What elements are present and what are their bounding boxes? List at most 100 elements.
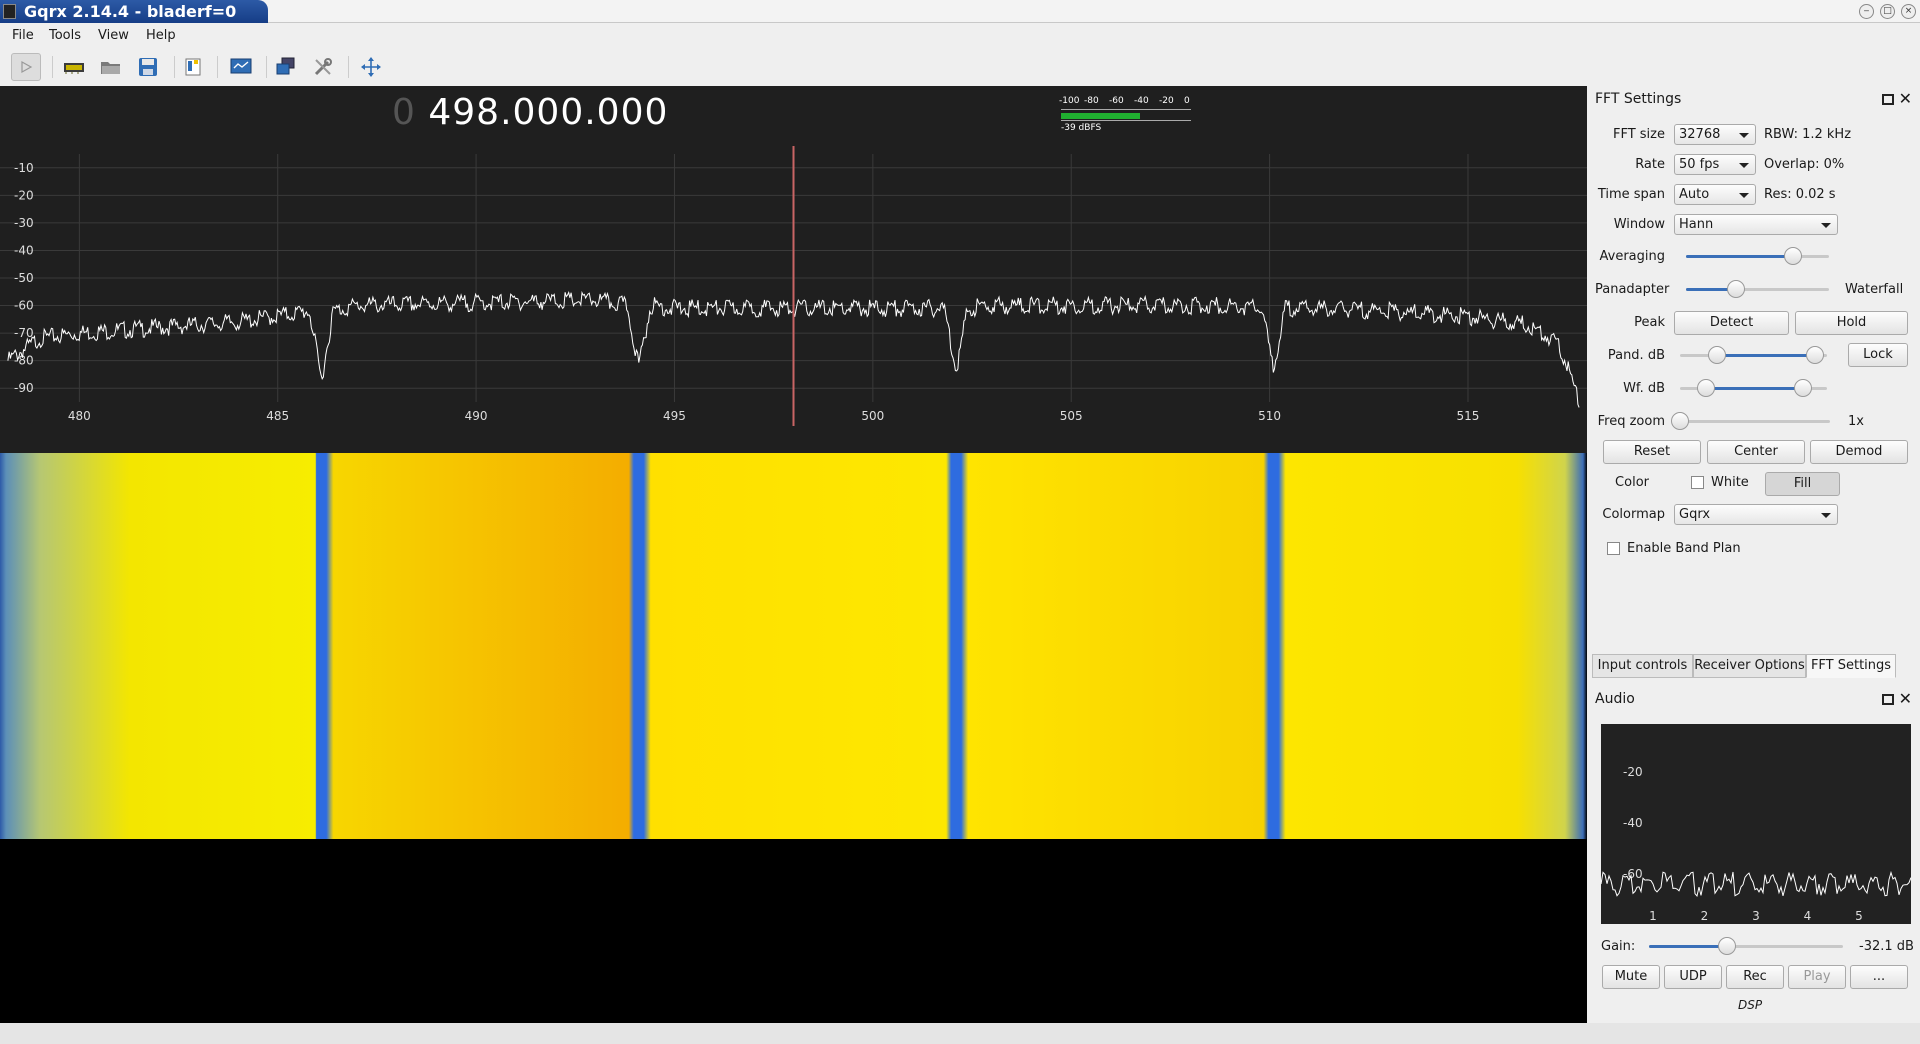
frequency-prefix: 0 <box>392 92 416 133</box>
overlap-label: Overlap: 0% <box>1764 157 1845 172</box>
x-tick-label: 490 <box>465 409 488 423</box>
slider-handle[interactable] <box>1806 346 1825 364</box>
remote-icon[interactable] <box>226 53 256 81</box>
more-button[interactable]: ... <box>1850 965 1908 989</box>
menu-tools[interactable]: Tools <box>49 28 81 43</box>
rate-select[interactable]: 50 fps <box>1674 154 1756 175</box>
y-tick-label: -70 <box>14 326 34 340</box>
hardware-icon[interactable] <box>59 53 89 81</box>
averaging-slider[interactable] <box>1686 246 1829 266</box>
meter-tick-label: -20 <box>1159 96 1174 106</box>
audio-x-tick-label: 5 <box>1855 909 1863 923</box>
band-plan-checkbox[interactable] <box>1607 542 1620 555</box>
window-label: Window <box>1613 217 1665 232</box>
lock-button[interactable]: Lock <box>1848 343 1908 367</box>
waterfall-label: Waterfall <box>1845 282 1904 297</box>
slider-handle[interactable] <box>1707 346 1726 364</box>
network-icon[interactable] <box>271 53 301 81</box>
audio-x-tick-label: 3 <box>1752 909 1760 923</box>
audio-y-tick-label: -20 <box>1623 765 1643 779</box>
timespan-select[interactable]: Auto <box>1674 184 1756 205</box>
play-icon[interactable] <box>11 53 41 81</box>
audio-x-tick-label: 1 <box>1649 909 1657 923</box>
y-tick-label: -50 <box>14 271 34 285</box>
audio-y-tick-label: -60 <box>1623 867 1643 881</box>
open-icon[interactable] <box>96 53 126 81</box>
app-icon <box>3 4 16 19</box>
wf-db-label: Wf. dB <box>1623 381 1665 396</box>
frequency-display[interactable]: 0 498.000.000 <box>392 92 668 133</box>
color-label: Color <box>1615 475 1649 490</box>
waterfall-display[interactable] <box>0 453 1587 839</box>
signal-meter: -100 -80 -60 -40 -20 0 -39 dBFS <box>1055 96 1195 136</box>
toolbar <box>0 48 1920 86</box>
menu-file[interactable]: File <box>12 28 34 43</box>
freq-zoom-slider[interactable] <box>1671 411 1830 431</box>
y-tick-label: -10 <box>14 161 34 175</box>
panadapter-waterfall-slider[interactable] <box>1686 279 1829 299</box>
settings-icon[interactable] <box>308 53 338 81</box>
spectrum-plot[interactable]: 480 485 490 495 500 505 510 515 -10 -20 -30 -40 -50 -… <box>0 146 1587 426</box>
fill-button[interactable]: Fill <box>1765 472 1840 496</box>
audio-close-icon[interactable]: ✕ <box>1899 689 1912 708</box>
tab-input-controls[interactable]: Input controls <box>1592 654 1693 678</box>
frequency-value: 498.000.000 <box>428 92 669 133</box>
slider-handle[interactable] <box>1794 379 1813 397</box>
minimize-button[interactable]: ‒ <box>1859 4 1874 19</box>
freq-zoom-value: 1x <box>1848 414 1864 429</box>
save-icon[interactable] <box>133 53 163 81</box>
colormap-select[interactable]: Gqrx <box>1674 504 1838 525</box>
menu-bar: File Tools View Help <box>0 23 1920 48</box>
peak-hold-button[interactable]: Hold <box>1795 311 1908 335</box>
panadapter-label: Panadapter <box>1595 282 1670 297</box>
close-icon[interactable]: ✕ <box>1899 89 1912 108</box>
window-select[interactable]: Hann <box>1674 214 1838 235</box>
signal-meter-label: -39 dBFS <box>1061 123 1102 133</box>
rate-label: Rate <box>1635 157 1665 172</box>
audio-float-icon[interactable] <box>1882 694 1894 705</box>
center-button[interactable]: Center <box>1707 440 1805 464</box>
maximize-button[interactable]: □ <box>1880 4 1895 19</box>
tab-receiver-options[interactable]: Receiver Options <box>1693 654 1806 678</box>
fft-dock-title: FFT Settings <box>1595 91 1682 107</box>
spectrum-panel[interactable]: 0 498.000.000 -100 -80 -60 -40 -20 0 -39 dBFS… <box>0 86 1587 453</box>
rec-button[interactable]: Rec <box>1726 965 1784 989</box>
slider-handle[interactable] <box>1671 412 1689 430</box>
bookmark-icon[interactable] <box>178 53 208 81</box>
window-title: Gqrx 2.14.4 - bladerf=0 <box>24 2 237 21</box>
gain-label: Gain: <box>1601 939 1636 954</box>
timespan-label: Time span <box>1597 187 1665 202</box>
audio-y-tick-label: -40 <box>1623 816 1643 830</box>
signal-meter-bar <box>1061 113 1141 119</box>
pand-db-range-slider[interactable] <box>1680 345 1827 365</box>
tab-fft-settings[interactable]: FFT Settings <box>1806 654 1896 678</box>
fullscreen-icon[interactable] <box>356 53 386 81</box>
menu-view[interactable]: View <box>98 28 129 43</box>
slider-handle[interactable] <box>1784 247 1803 265</box>
float-icon[interactable] <box>1882 94 1894 105</box>
meter-tick-label: -60 <box>1109 96 1124 106</box>
status-bar <box>0 1023 1920 1044</box>
white-checkbox[interactable] <box>1691 476 1704 489</box>
fft-size-select[interactable]: 32768 <box>1674 124 1756 145</box>
reset-button[interactable]: Reset <box>1603 440 1701 464</box>
demod-button[interactable]: Demod <box>1810 440 1908 464</box>
audio-dock-title: Audio <box>1595 691 1635 707</box>
peak-label: Peak <box>1634 315 1665 330</box>
menu-help[interactable]: Help <box>146 28 176 43</box>
meter-tick-label: 0 <box>1184 96 1190 106</box>
slider-handle[interactable] <box>1727 280 1746 298</box>
udp-button[interactable]: UDP <box>1664 965 1722 989</box>
wf-db-range-slider[interactable] <box>1680 378 1827 398</box>
audio-x-tick-label: 2 <box>1701 909 1709 923</box>
close-window-button[interactable]: × <box>1901 4 1916 19</box>
peak-detect-button[interactable]: Detect <box>1674 311 1789 335</box>
slider-handle[interactable] <box>1717 937 1736 955</box>
res-label: Res: 0.02 s <box>1764 187 1836 202</box>
play-button[interactable]: Play <box>1788 965 1846 989</box>
slider-handle[interactable] <box>1697 379 1716 397</box>
mute-button[interactable]: Mute <box>1602 965 1660 989</box>
audio-gain-slider[interactable] <box>1649 936 1843 956</box>
y-tick-label: -30 <box>14 216 34 230</box>
x-tick-label: 500 <box>861 409 884 423</box>
